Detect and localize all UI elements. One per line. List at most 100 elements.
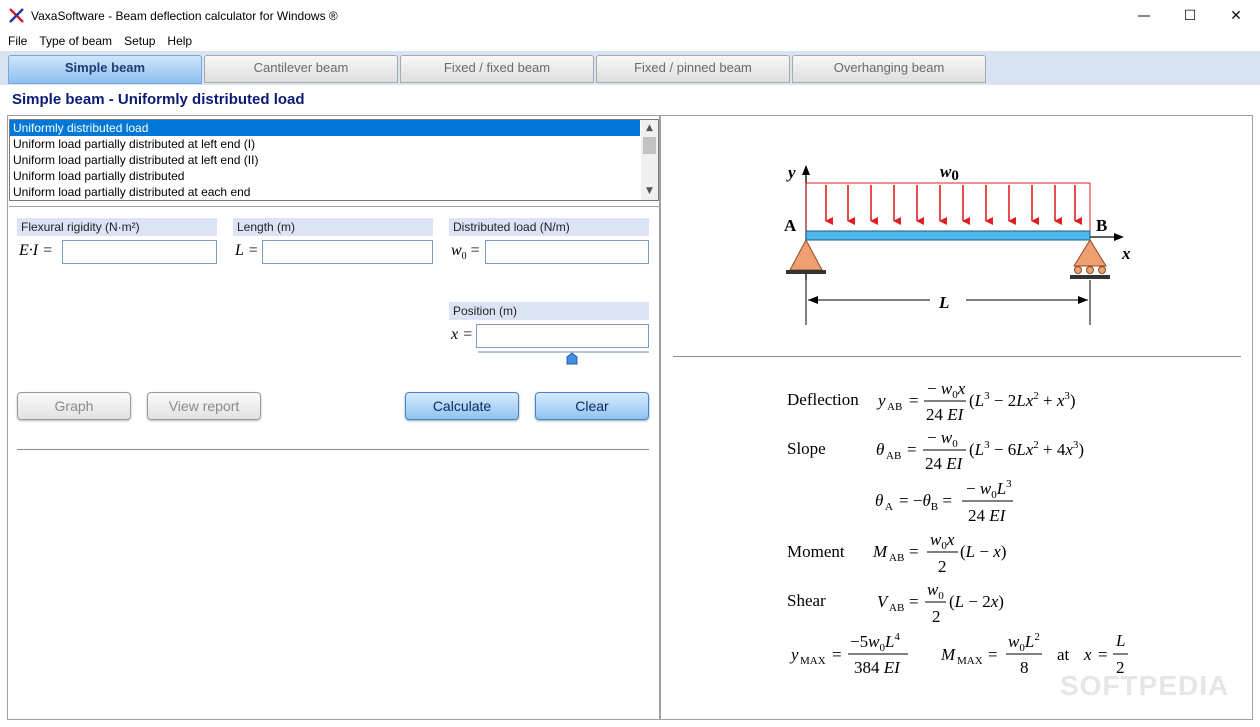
svg-text:=: = — [832, 645, 842, 664]
list-scrollbar[interactable]: ▲ ▼ — [641, 120, 658, 200]
svg-text:8: 8 — [1020, 658, 1029, 677]
svg-text:=: = — [907, 440, 917, 459]
slope-label: Slope — [787, 439, 826, 458]
svg-text:− w0x: − w0x — [927, 379, 966, 401]
menu-type-of-beam[interactable]: Type of beam — [33, 31, 118, 51]
svg-text:(L3 − 2Lx2 + x3): (L3 − 2Lx2 + x3) — [969, 390, 1076, 410]
svg-text:= −θB =: = −θB = — [899, 491, 952, 513]
deflection-label: Deflection — [787, 390, 859, 409]
rigidity-label: Flexural rigidity (N·m²) — [17, 218, 217, 236]
view-report-button[interactable]: View report — [147, 392, 261, 420]
svg-text:x: x — [1083, 645, 1092, 664]
scroll-down-icon[interactable]: ▼ — [641, 183, 658, 200]
tab-simple-beam[interactable]: Simple beam — [8, 55, 202, 84]
svg-text:=: = — [909, 542, 919, 561]
scroll-thumb[interactable] — [643, 137, 656, 154]
title-bar: VaxaSoftware - Beam deflection calculato… — [0, 0, 1260, 31]
support-a-label: A — [784, 216, 797, 235]
load-symbol: w0 = — [451, 242, 480, 263]
svg-text:AB: AB — [889, 552, 904, 564]
tab-fixed-pinned-beam[interactable]: Fixed / pinned beam — [596, 55, 790, 83]
svg-text:w0x: w0x — [930, 530, 955, 552]
svg-text:y: y — [789, 645, 799, 664]
window-title: VaxaSoftware - Beam deflection calculato… — [31, 9, 338, 23]
shear-label: Shear — [787, 591, 826, 610]
menu-file[interactable]: File — [2, 31, 33, 51]
svg-text:AB: AB — [889, 602, 904, 614]
close-button[interactable]: ✕ — [1213, 0, 1259, 31]
y-axis-label: y — [786, 163, 796, 182]
position-input[interactable] — [476, 324, 649, 348]
x-axis-label: x — [1121, 244, 1131, 263]
svg-text:384 EI: 384 EI — [854, 658, 901, 677]
load-type-list[interactable]: Uniformly distributed load Uniform load … — [9, 119, 659, 201]
pin-support-icon — [789, 238, 823, 271]
support-b-label: B — [1096, 216, 1107, 235]
list-item[interactable]: Uniform load partially distributed at le… — [10, 136, 640, 152]
formulas: Deflection y AB = − w0x 24 EI (L3 − 2Lx2 … — [787, 379, 1128, 677]
svg-text:w0: w0 — [927, 580, 944, 602]
maximize-button[interactable]: ☐ — [1167, 0, 1213, 31]
list-item[interactable]: Uniformly distributed load — [10, 120, 640, 136]
svg-text:−5w0L4: −5w0L4 — [850, 631, 900, 654]
minimize-button[interactable]: — — [1121, 0, 1167, 31]
svg-text:MAX: MAX — [957, 655, 983, 667]
svg-text:M: M — [940, 645, 956, 664]
tab-cantilever-beam[interactable]: Cantilever beam — [204, 55, 398, 83]
load-symbol-label: w0 — [940, 162, 959, 184]
length-symbol: L = — [235, 242, 259, 259]
page-title: Simple beam - Uniformly distributed load — [12, 91, 305, 108]
graph-button[interactable]: Graph — [17, 392, 131, 420]
beam-diagram: y x w0 A B L — [784, 162, 1131, 325]
svg-text:y: y — [876, 391, 886, 410]
rigidity-symbol: E·I = — [19, 242, 53, 259]
svg-text:=: = — [1098, 645, 1108, 664]
svg-text:AB: AB — [887, 401, 902, 413]
svg-text:A: A — [885, 501, 893, 513]
rigidity-input[interactable] — [62, 240, 217, 264]
svg-text:AB: AB — [886, 450, 901, 462]
menu-setup[interactable]: Setup — [118, 31, 161, 51]
calculate-button[interactable]: Calculate — [405, 392, 519, 420]
divider — [673, 356, 1241, 357]
list-item[interactable]: Uniform load partially distributed at le… — [10, 152, 640, 168]
list-item[interactable]: Uniform load partially distributed at ea… — [10, 184, 640, 200]
tab-bar: Simple beam Cantilever beam Fixed / fixe… — [0, 51, 1260, 85]
divider — [9, 206, 659, 207]
slider-handle[interactable] — [566, 352, 578, 365]
at-label: at — [1057, 645, 1070, 664]
svg-text:24 EI: 24 EI — [968, 506, 1007, 525]
load-arrows — [825, 185, 1082, 225]
svg-text:− w0L3: − w0L3 — [966, 478, 1012, 501]
length-label: Length (m) — [233, 218, 433, 236]
load-input[interactable] — [485, 240, 649, 264]
app-icon — [9, 8, 24, 23]
svg-text:24 EI: 24 EI — [925, 454, 964, 473]
watermark: SOFTPEDIA — [1060, 670, 1230, 701]
scroll-up-icon[interactable]: ▲ — [641, 120, 658, 137]
svg-text:(L − 2x): (L − 2x) — [949, 592, 1004, 611]
svg-text:=: = — [988, 645, 998, 664]
svg-text:MAX: MAX — [800, 655, 826, 667]
length-input[interactable] — [262, 240, 433, 264]
svg-text:(L3 − 6Lx2 + 4x3): (L3 − 6Lx2 + 4x3) — [969, 439, 1084, 459]
tab-overhanging-beam[interactable]: Overhanging beam — [792, 55, 986, 83]
svg-text:− w0: − w0 — [927, 428, 958, 450]
clear-button[interactable]: Clear — [535, 392, 649, 420]
position-label: Position (m) — [449, 302, 649, 320]
shear-formula: V AB = w0 2 (L − 2x) — [877, 580, 1004, 626]
moment-formula: M AB = w0x 2 (L − x) — [872, 530, 1006, 576]
divider — [17, 449, 649, 450]
svg-text:(L − x): (L − x) — [960, 542, 1006, 561]
list-item[interactable]: Uniform load partially distributed — [10, 168, 640, 184]
deflection-formula: y AB = − w0x 24 EI (L3 − 2Lx2 + x3) — [876, 379, 1076, 424]
menu-bar: File Type of beam Setup Help — [0, 31, 1260, 51]
position-slider[interactable] — [478, 351, 649, 353]
svg-text:=: = — [909, 592, 919, 611]
position-symbol: x = — [451, 326, 473, 343]
svg-text:=: = — [909, 391, 919, 410]
tab-fixed-fixed-beam[interactable]: Fixed / fixed beam — [400, 55, 594, 83]
menu-help[interactable]: Help — [161, 31, 198, 51]
length-dimension-label: L — [938, 293, 949, 312]
beam — [805, 230, 1091, 241]
